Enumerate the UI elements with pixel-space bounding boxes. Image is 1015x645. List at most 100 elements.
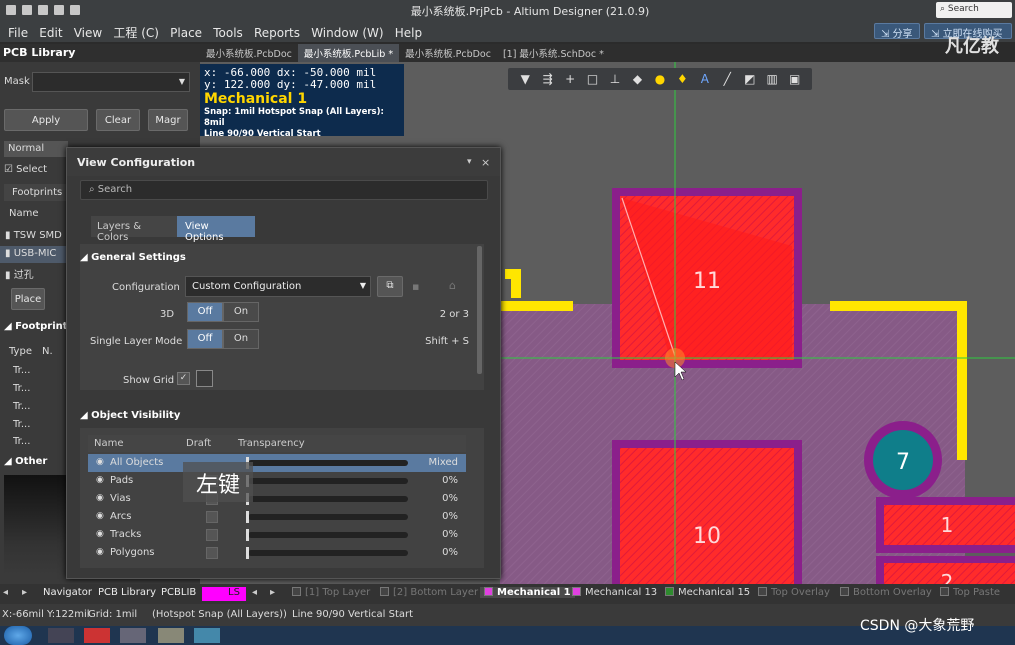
col-transparency-header[interactable]: Transparency bbox=[238, 438, 305, 449]
ls-layer-tab[interactable]: LS bbox=[202, 587, 246, 601]
transparency-slider[interactable] bbox=[248, 496, 408, 502]
layer-scroll-right-icon[interactable]: ▸ bbox=[270, 587, 275, 598]
slider-handle[interactable] bbox=[246, 511, 249, 523]
open-icon[interactable] bbox=[54, 5, 64, 15]
global-search[interactable]: ⌕ Search bbox=[936, 2, 1012, 18]
n-column-header[interactable]: N. bbox=[42, 346, 53, 357]
layer-tab-bottom[interactable]: [2] Bottom Layer bbox=[380, 587, 478, 598]
menu-view[interactable]: View bbox=[66, 22, 102, 40]
3d-body-icon[interactable]: ▣ bbox=[787, 72, 803, 86]
save-all-icon[interactable] bbox=[38, 5, 48, 15]
layer-tab-mechanical-13[interactable]: Mechanical 13 bbox=[572, 587, 657, 598]
pcb-library-tab[interactable]: PCB Library bbox=[98, 587, 156, 598]
disk-icon[interactable]: ▪ bbox=[412, 280, 419, 293]
visibility-row-vias[interactable]: ◉ Vias 0% bbox=[88, 490, 466, 508]
scroll-right-icon[interactable]: ▸ bbox=[22, 587, 27, 598]
eye-icon[interactable]: ◉ bbox=[96, 493, 104, 503]
show-grid-checkbox[interactable]: ✓ bbox=[177, 372, 190, 385]
scroll-left-icon[interactable]: ◂ bbox=[3, 587, 8, 598]
taskbar-app-icon[interactable] bbox=[120, 628, 146, 643]
select-rect-icon[interactable]: □ bbox=[585, 72, 601, 86]
name-column-header[interactable]: Name bbox=[9, 208, 39, 219]
app-icon[interactable] bbox=[6, 5, 16, 15]
taskbar-app-icon[interactable] bbox=[84, 628, 110, 643]
draft-checkbox[interactable] bbox=[206, 547, 218, 559]
menu-edit[interactable]: Edit bbox=[31, 22, 62, 40]
trash-icon[interactable]: ⌂ bbox=[449, 279, 456, 292]
visibility-row-pads[interactable]: ◉ Pads 0% bbox=[88, 472, 466, 490]
layer-tab-bottom-overlay[interactable]: Bottom Overlay bbox=[840, 587, 932, 598]
primitive-row[interactable]: Tr... bbox=[13, 436, 30, 444]
single-layer-off-toggle[interactable]: Off bbox=[187, 329, 223, 349]
primitive-row[interactable]: Tr... bbox=[13, 365, 30, 376]
start-button-icon[interactable] bbox=[4, 626, 32, 645]
transparency-slider[interactable] bbox=[248, 550, 408, 556]
layer-tab-mechanical-15[interactable]: Mechanical 15 bbox=[665, 587, 750, 598]
layer-scroll-left-icon[interactable]: ◂ bbox=[252, 587, 257, 598]
text-icon[interactable]: A bbox=[697, 72, 713, 86]
tab-layers-colors[interactable]: Layers & Colors bbox=[91, 216, 179, 243]
pad-icon[interactable]: ● bbox=[652, 72, 668, 86]
plus-icon[interactable]: + bbox=[562, 72, 578, 86]
menu-reports[interactable]: Reports bbox=[246, 22, 300, 40]
3d-on-toggle[interactable]: On bbox=[223, 302, 259, 322]
eye-icon[interactable]: ◉ bbox=[96, 547, 104, 557]
transparency-slider[interactable] bbox=[248, 478, 408, 484]
eye-icon[interactable]: ◉ bbox=[96, 529, 104, 539]
eye-icon[interactable]: ◉ bbox=[96, 511, 104, 521]
menu-project[interactable]: 工程 (C) bbox=[105, 20, 159, 41]
col-name-header[interactable]: Name bbox=[94, 438, 124, 449]
layer-tab-mechanical-1[interactable]: Mechanical 1 bbox=[480, 587, 575, 598]
pin-icon[interactable]: ▾ bbox=[467, 157, 472, 167]
menu-window[interactable]: Window (W) bbox=[303, 22, 383, 40]
taskbar-app-icon[interactable] bbox=[158, 628, 184, 643]
clear-button[interactable]: Clear bbox=[96, 109, 140, 131]
layer-tab-top-overlay[interactable]: Top Overlay bbox=[758, 587, 830, 598]
taskbar-app-icon[interactable] bbox=[48, 628, 74, 643]
type-column-header[interactable]: Type bbox=[9, 346, 32, 357]
menu-place[interactable]: Place bbox=[162, 22, 202, 40]
menu-file[interactable]: File bbox=[0, 22, 28, 40]
filter-icon[interactable]: ▼ bbox=[517, 72, 533, 86]
share-button[interactable]: ⇲ 分享 bbox=[874, 23, 920, 40]
taskbar-app-icon[interactable] bbox=[194, 628, 220, 643]
menu-tools[interactable]: Tools bbox=[205, 22, 243, 40]
mode-select[interactable]: Normal bbox=[4, 141, 68, 157]
pad-10[interactable] bbox=[620, 448, 794, 584]
visibility-row-all-objects[interactable]: ◉ All Objects Mixed bbox=[88, 454, 466, 472]
footprint-item[interactable]: ▮ TSW SMD bbox=[5, 230, 62, 241]
save-config-button[interactable]: ⧉ bbox=[377, 276, 403, 297]
object-visibility-header[interactable]: ◢ Object Visibility bbox=[80, 410, 180, 421]
tab-view-options[interactable]: View Options bbox=[177, 216, 255, 243]
navigator-tab[interactable]: Navigator bbox=[43, 587, 92, 598]
doc-tab[interactable]: [1] 最小系统.SchDoc * bbox=[497, 44, 610, 62]
save-icon[interactable] bbox=[22, 5, 32, 15]
doc-tab[interactable]: 最小系统板.PcbDoc bbox=[399, 44, 497, 62]
primitive-row[interactable]: Tr... bbox=[13, 383, 30, 394]
general-settings-header[interactable]: ◢ General Settings bbox=[80, 252, 186, 263]
mask-input[interactable]: ▼ bbox=[32, 72, 190, 92]
dimension-icon[interactable]: ◩ bbox=[742, 72, 758, 86]
layer-tab-top-paste[interactable]: Top Paste bbox=[940, 587, 1000, 598]
eye-icon[interactable]: ◉ bbox=[96, 475, 104, 485]
primitive-row[interactable]: Tr... bbox=[13, 401, 30, 412]
select-checkbox[interactable]: ☑ Select bbox=[4, 164, 47, 175]
eye-icon[interactable]: ◉ bbox=[96, 457, 104, 467]
footprint-item-selected[interactable]: ▮ USB-MIC bbox=[0, 246, 68, 263]
close-icon[interactable]: × bbox=[481, 156, 490, 169]
view-config-search[interactable]: ⌕ Search bbox=[80, 180, 488, 200]
primitive-row[interactable]: Tr... bbox=[13, 419, 30, 430]
other-header[interactable]: ◢ Other bbox=[4, 456, 47, 467]
tab-footprints[interactable]: Footprints bbox=[4, 184, 68, 201]
transparency-slider[interactable] bbox=[248, 532, 408, 538]
undo-icon[interactable] bbox=[70, 5, 80, 15]
slider-handle[interactable] bbox=[246, 547, 249, 559]
apply-button[interactable]: Apply bbox=[4, 109, 88, 131]
layer-tab-top[interactable]: [1] Top Layer bbox=[292, 587, 370, 598]
transparency-slider[interactable] bbox=[248, 514, 408, 520]
line-icon[interactable]: ╱ bbox=[719, 72, 735, 86]
footprint-item[interactable]: ▮ 过孔 bbox=[5, 266, 34, 281]
visibility-row-tracks[interactable]: ◉ Tracks 0% bbox=[88, 526, 466, 544]
configuration-select[interactable]: Custom Configuration ▼ bbox=[185, 276, 371, 297]
visibility-row-polygons[interactable]: ◉ Polygons 0% bbox=[88, 544, 466, 562]
